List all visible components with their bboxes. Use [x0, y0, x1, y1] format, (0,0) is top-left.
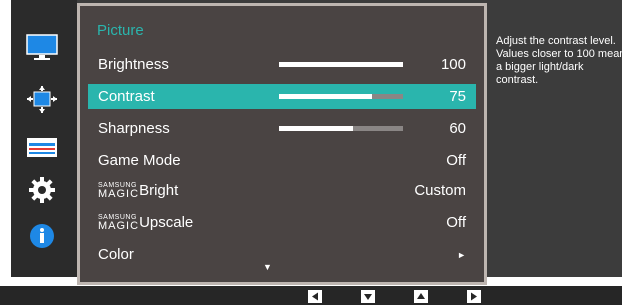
information-icon[interactable]: [26, 222, 58, 250]
menu-item-game-mode[interactable]: Game Mode Off: [88, 148, 476, 173]
menu-item-label: SAMSUNG MAGIC Upscale: [98, 214, 194, 233]
down-arrow-icon[interactable]: [361, 290, 375, 303]
screen-size-position-icon[interactable]: [26, 86, 58, 114]
help-text: Adjust the contrast level. Values closer…: [496, 35, 622, 86]
menu-item-value: 60: [449, 120, 466, 137]
picture-icon[interactable]: [26, 34, 58, 62]
sidebar: [11, 0, 77, 277]
menu-title: Picture: [97, 22, 144, 39]
right-arrow-icon[interactable]: [467, 290, 481, 303]
up-arrow-icon[interactable]: [414, 290, 428, 303]
left-arrow-icon[interactable]: [308, 290, 322, 303]
menu-item-label: Brightness: [98, 56, 169, 73]
menu-item-label: Color: [98, 246, 134, 263]
samsung-magic-logo: SAMSUNG MAGIC: [98, 182, 140, 201]
menu-item-brightness[interactable]: Brightness 100: [88, 52, 476, 77]
menu-item-magic-upscale[interactable]: SAMSUNG MAGIC Upscale Off: [88, 210, 476, 235]
menu-item-value: Off: [446, 152, 466, 169]
contrast-slider[interactable]: [279, 94, 403, 99]
menu-item-color[interactable]: Color ►: [88, 242, 476, 267]
menu-item-label: Game Mode: [98, 152, 181, 169]
sharpness-slider[interactable]: [279, 126, 403, 131]
samsung-magic-logo: SAMSUNG MAGIC: [98, 214, 140, 233]
menu-item-value: 100: [440, 56, 466, 73]
scroll-down-indicator-icon[interactable]: ▼: [263, 262, 272, 272]
menu-item-magic-bright[interactable]: SAMSUNG MAGIC Bright Custom: [88, 178, 476, 203]
picture-menu: Picture Brightness 100 Contrast 75 Sharp…: [77, 3, 487, 285]
menu-item-label: SAMSUNG MAGIC Bright: [98, 182, 179, 201]
brightness-slider[interactable]: [279, 62, 403, 67]
pip-pbp-icon[interactable]: [26, 134, 58, 162]
menu-item-value: Off: [446, 214, 466, 231]
menu-item-value: 75: [449, 88, 466, 105]
menu-item-value: Custom: [414, 182, 466, 199]
menu-item-label: Contrast: [98, 88, 155, 105]
settings-gear-icon[interactable]: [26, 176, 58, 204]
menu-item-sharpness[interactable]: Sharpness 60: [88, 116, 476, 141]
menu-item-label: Sharpness: [98, 120, 170, 137]
menu-item-contrast[interactable]: Contrast 75: [88, 84, 476, 109]
submenu-arrow-icon: ►: [457, 250, 466, 260]
